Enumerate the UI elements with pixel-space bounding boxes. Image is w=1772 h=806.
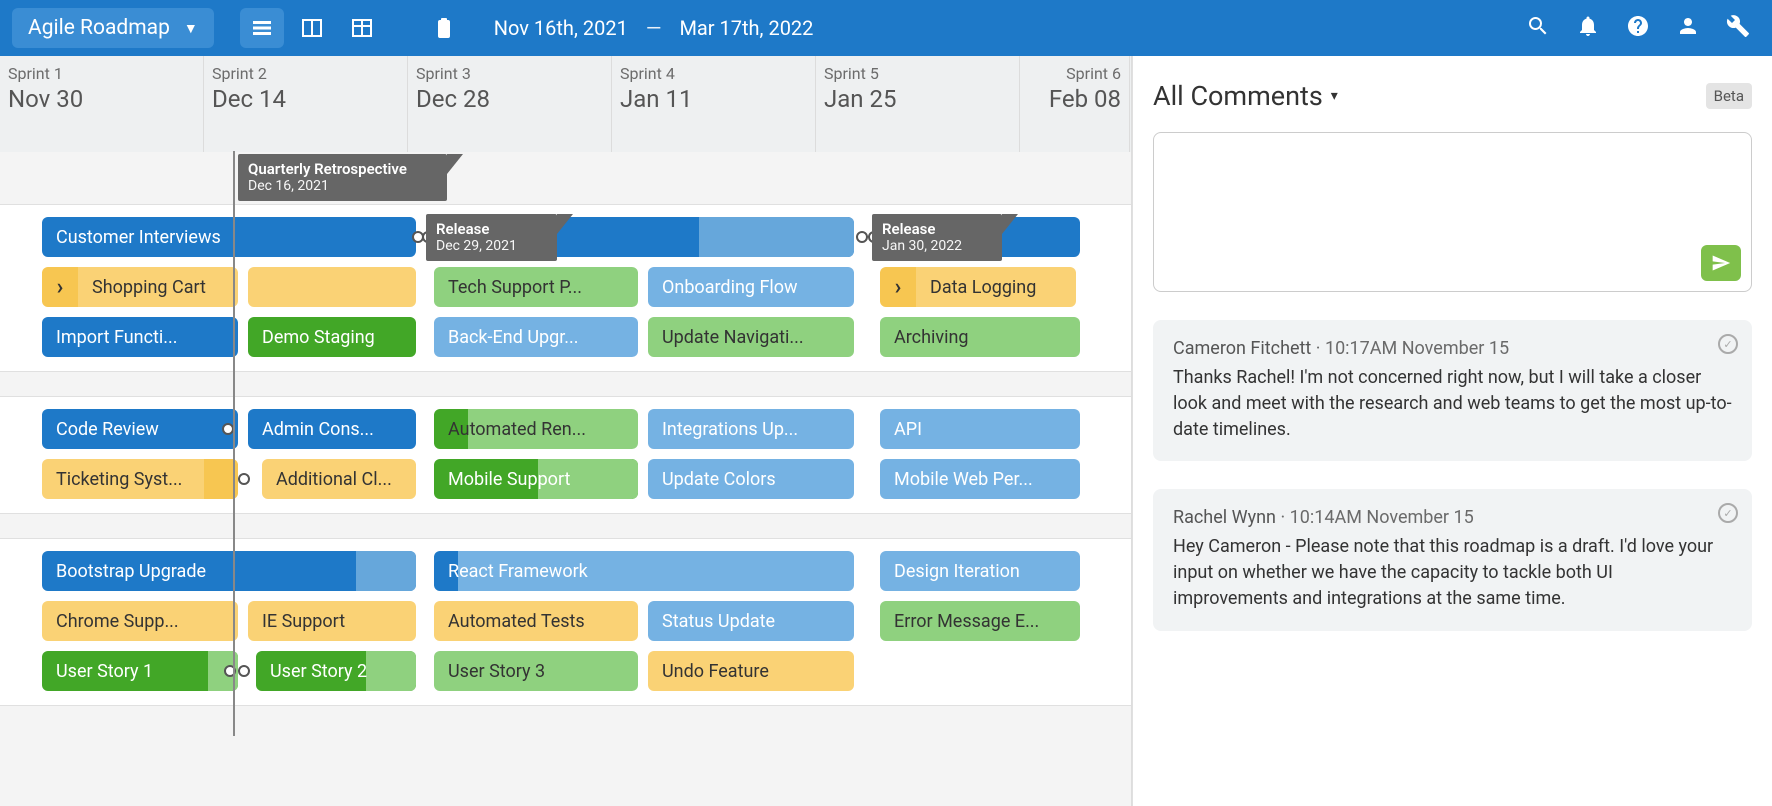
resolve-check-icon[interactable]: ✓ [1718,503,1738,523]
card-react[interactable]: React Framework [434,551,854,591]
sprint-col-3[interactable]: Sprint 3Dec 28 [408,56,612,152]
card-automated-tests[interactable]: Automated Tests [434,601,638,641]
row: Import Functi... Demo Staging Back-End U… [0,313,1131,363]
comment-meta: Cameron Fitchett · 10:17AM November 15 [1173,338,1732,359]
lane-group-3: Bootstrap Upgrade React Framework Design… [0,538,1131,706]
resolve-check-icon[interactable]: ✓ [1718,334,1738,354]
sprint-header: Sprint 1Nov 30 Sprint 2Dec 14 Sprint 3De… [0,56,1131,152]
row: User Story 1 User Story 2 User Story 3 U… [0,647,1131,697]
comments-title-dropdown[interactable]: All Comments ▾ [1153,80,1338,112]
card-onboarding[interactable]: Onboarding Flow [648,267,854,307]
main-area: Sprint 1Nov 30 Sprint 2Dec 14 Sprint 3De… [0,56,1772,806]
card-update-nav[interactable]: Update Navigati... [648,317,854,357]
card-automated-ren[interactable]: Automated Ren... [434,409,638,449]
card-admin-cons[interactable]: Admin Cons... [248,409,416,449]
bell-icon[interactable] [1576,14,1600,42]
send-button[interactable] [1701,245,1741,281]
card-user-story-1[interactable]: User Story 1 [42,651,238,691]
marker-release-2[interactable]: Release Jan 30, 2022 [872,214,1002,261]
sprint-col-1[interactable]: Sprint 1Nov 30 [0,56,204,152]
row: Ticketing Syst... Additional Cl... Mobil… [0,455,1131,505]
card-data-logging[interactable]: Data Logging [916,267,1076,307]
card-demo-staging[interactable]: Demo Staging [248,317,416,357]
chevron-down-icon: ▾ [1331,88,1338,104]
comments-header: All Comments ▾ Beta [1153,80,1752,112]
user-icon[interactable] [1676,14,1700,42]
card-user-story-2[interactable]: User Story 2 [256,651,416,691]
card-mobile-web[interactable]: Mobile Web Per... [880,459,1080,499]
row: Chrome Supp... IE Support Automated Test… [0,597,1131,647]
card-yellow-blank[interactable] [248,267,416,307]
card-undo[interactable]: Undo Feature [648,651,854,691]
card-mobile-support[interactable]: Mobile Support [434,459,638,499]
card-api[interactable]: API [880,409,1080,449]
view-switcher [240,8,384,48]
comment-body: Hey Cameron - Please note that this road… [1173,534,1732,612]
card-ie-support[interactable]: IE Support [248,601,416,641]
sprint-col-6[interactable]: Sprint 6Feb 08 [1020,56,1130,152]
row: Bootstrap Upgrade React Framework Design… [0,547,1131,597]
lane-group-2: Code Review Admin Cons... Automated Ren.… [0,396,1131,514]
card-backend-upgr[interactable]: Back-End Upgr... [434,317,638,357]
card-design-iter[interactable]: Design Iteration [880,551,1080,591]
connector-dot[interactable] [238,473,250,485]
comments-panel: All Comments ▾ Beta ✓ Cameron Fitchett ·… [1132,56,1772,806]
comment-item[interactable]: ✓ Cameron Fitchett · 10:17AM November 15… [1153,320,1752,461]
comment-input[interactable] [1153,132,1752,292]
row: › Shopping Cart Tech Support P... Onboar… [0,263,1131,313]
card-import-func[interactable]: Import Functi... [42,317,238,357]
row: Code Review Admin Cons... Automated Ren.… [0,405,1131,455]
sprint-col-4[interactable]: Sprint 4Jan 11 [612,56,816,152]
date-separator: — [646,16,662,40]
retrospective-line [233,151,235,736]
help-icon[interactable] [1626,14,1650,42]
card-error-msg[interactable]: Error Message E... [880,601,1080,641]
card-additional-cl[interactable]: Additional Cl... [262,459,416,499]
tools-icon[interactable] [1726,14,1750,42]
date-from: Nov 16th, 2021 [494,16,628,40]
comment-meta: Rachel Wynn · 10:14AM November 15 [1173,507,1732,528]
top-toolbar: Agile Roadmap ▼ Nov 16th, 2021 — Mar 17t… [0,0,1772,56]
card-ticketing[interactable]: Ticketing Syst... [42,459,238,499]
card-tech-support[interactable]: Tech Support P... [434,267,638,307]
table-view-button[interactable] [340,8,384,48]
clipboard-button[interactable] [422,8,466,48]
marker-retrospective[interactable]: Quarterly Retrospective Dec 16, 2021 [238,154,447,201]
roadmap-title: Agile Roadmap [28,16,170,40]
card-user-story-3[interactable]: User Story 3 [434,651,638,691]
toolbar-right [1526,14,1760,42]
card-chrome-supp[interactable]: Chrome Supp... [42,601,238,641]
card-customer-interviews[interactable]: Customer Interviews [42,217,416,257]
expand-button[interactable]: › [42,267,78,307]
card-status-update[interactable]: Status Update [648,601,854,641]
comment-body: Thanks Rachel! I'm not concerned right n… [1173,365,1732,443]
chevron-down-icon: ▼ [184,20,198,37]
connector-dot[interactable] [856,231,868,243]
date-range[interactable]: Nov 16th, 2021 — Mar 17th, 2022 [494,16,814,40]
card-archiving[interactable]: Archiving [880,317,1080,357]
card-integrations[interactable]: Integrations Up... [648,409,854,449]
card-shopping-cart[interactable]: Shopping Cart [78,267,238,307]
comment-item[interactable]: ✓ Rachel Wynn · 10:14AM November 15 Hey … [1153,489,1752,630]
list-view-button[interactable] [240,8,284,48]
sprint-col-2[interactable]: Sprint 2Dec 14 [204,56,408,152]
connector-dot[interactable] [238,665,250,677]
board-view-button[interactable] [290,8,334,48]
timeline: Sprint 1Nov 30 Sprint 2Dec 14 Sprint 3De… [0,56,1132,806]
card-update-colors[interactable]: Update Colors [648,459,854,499]
marker-release-1[interactable]: Release Dec 29, 2021 [426,214,557,261]
card-bootstrap[interactable]: Bootstrap Upgrade [42,551,416,591]
expand-button[interactable]: › [880,267,916,307]
date-to: Mar 17th, 2022 [679,16,813,40]
search-icon[interactable] [1526,14,1550,42]
card-code-review[interactable]: Code Review [42,409,238,449]
roadmap-selector[interactable]: Agile Roadmap ▼ [12,8,214,48]
beta-badge: Beta [1706,83,1752,109]
sprint-col-5[interactable]: Sprint 5Jan 25 [816,56,1020,152]
